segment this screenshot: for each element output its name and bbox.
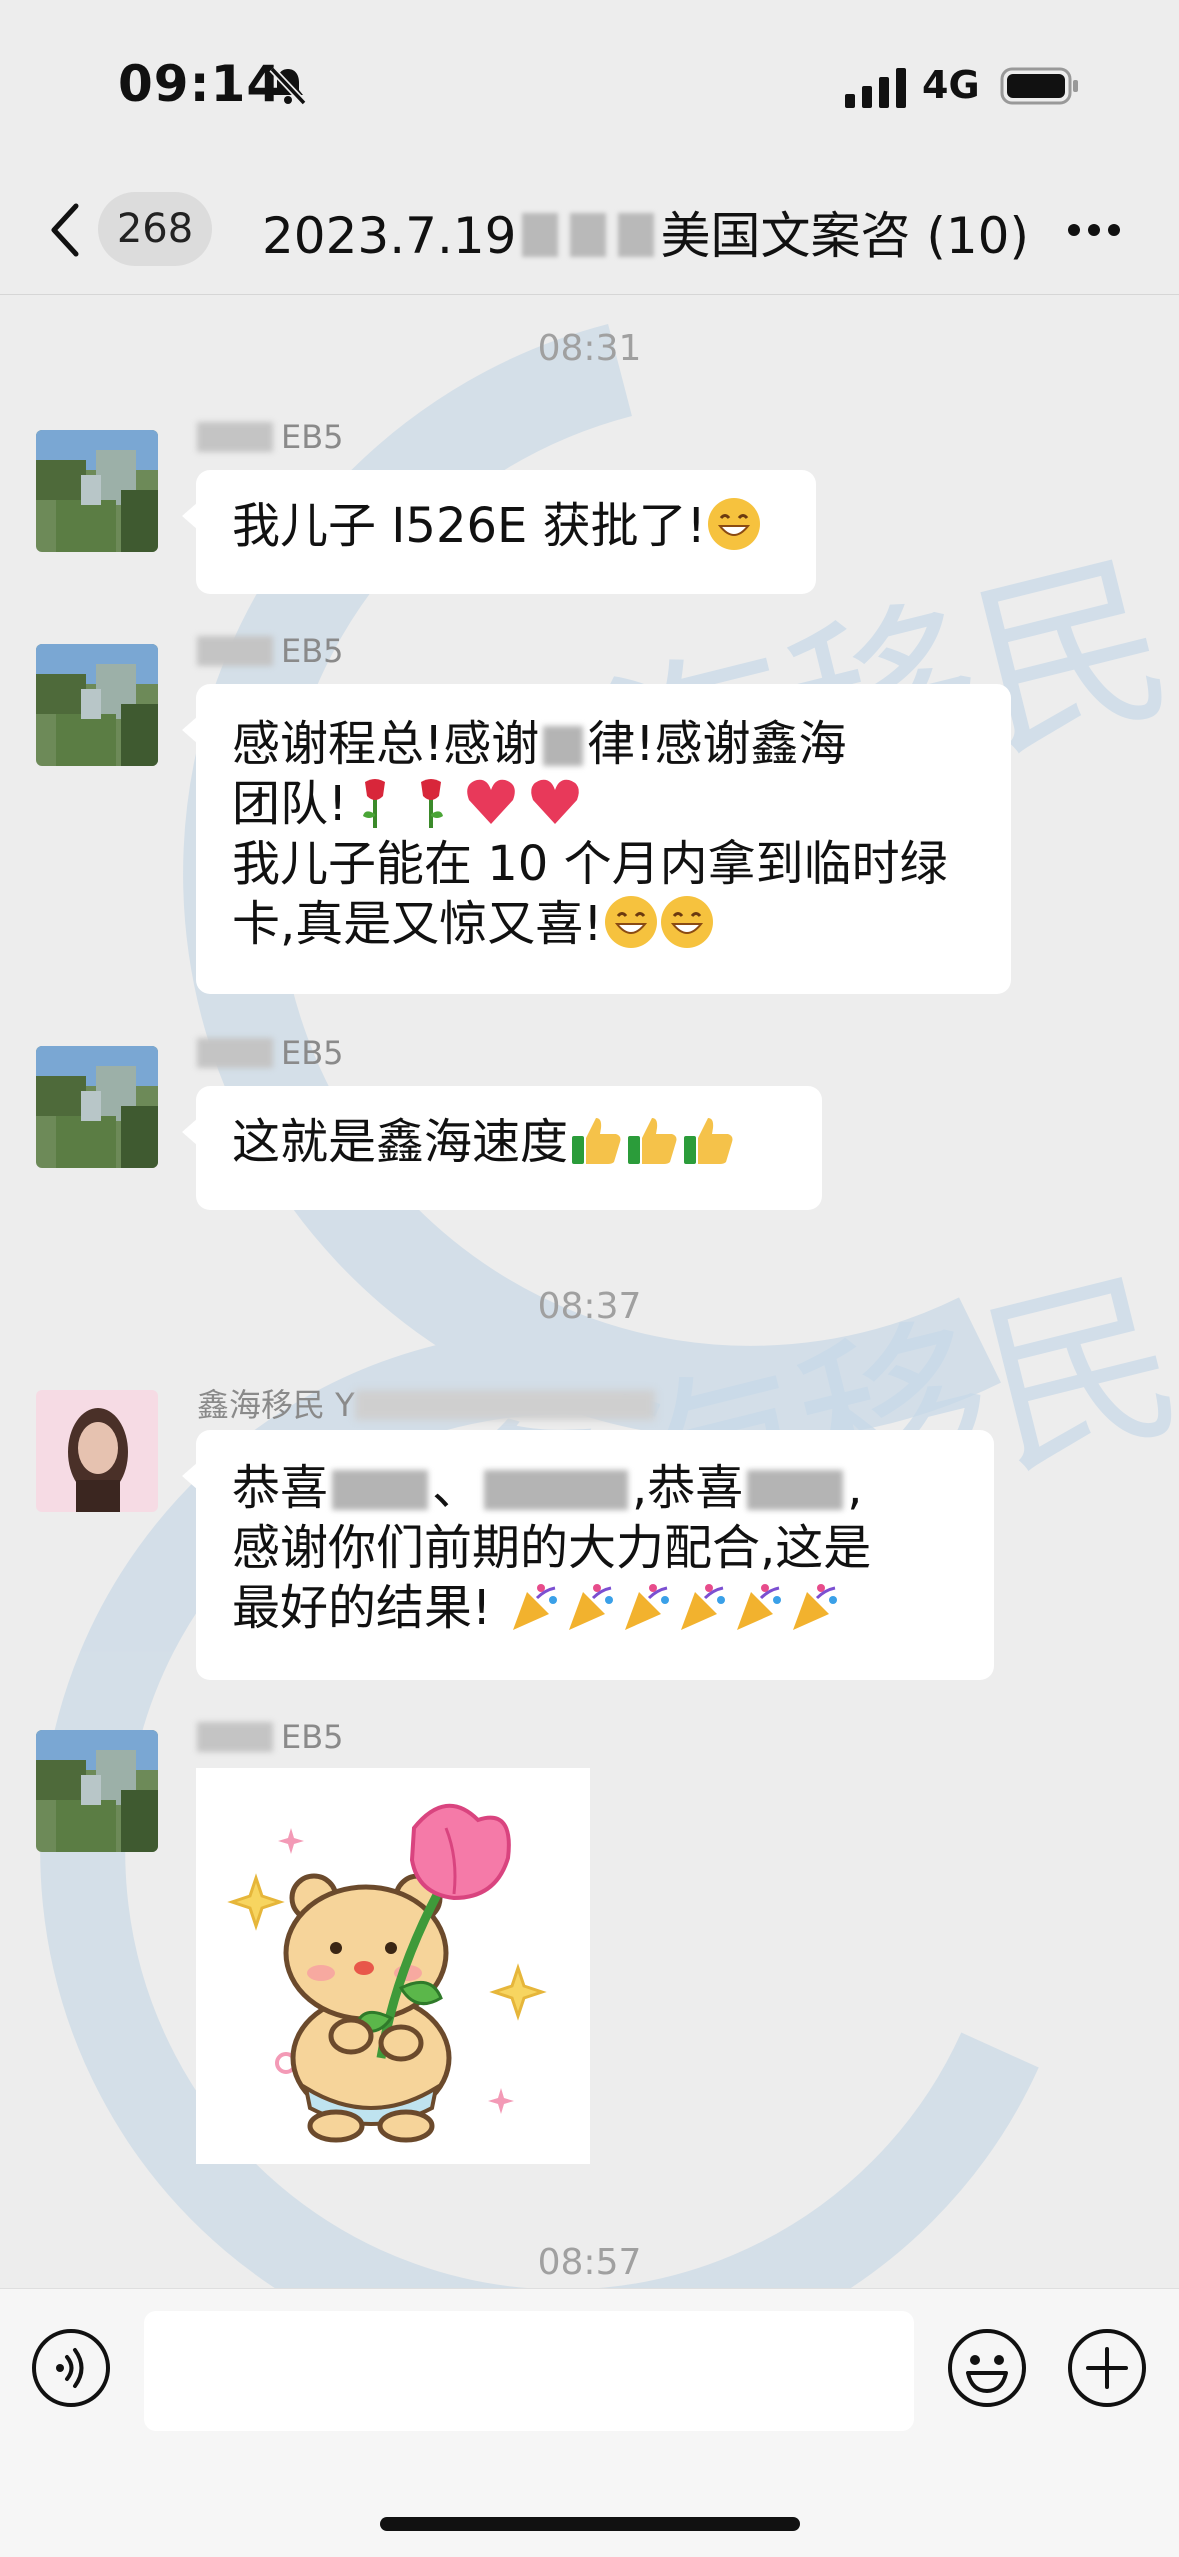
party-popper-emoji-icon <box>513 1584 558 1630</box>
thumbs-up-emoji-icon <box>628 1118 677 1164</box>
redacted-name <box>197 422 273 452</box>
message-text: 感谢程总!感谢 <box>232 716 540 772</box>
chat-title-suffix: 美国文案咨 (10) <box>660 207 1029 265</box>
message-text: 、 <box>432 1460 481 1516</box>
sender-name-label: EB5 <box>281 1718 344 1756</box>
redacted-name-1 <box>522 213 559 257</box>
sender-name: 鑫海移民 Y <box>197 1380 655 1426</box>
thumbs-up-emoji-icon <box>572 1118 621 1164</box>
more-actions-plus-icon[interactable] <box>1066 2327 1148 2409</box>
bear-with-flower-sticker[interactable] <box>196 1768 590 2164</box>
redacted-name <box>197 1722 273 1752</box>
sender-name-label: 鑫海移民 Y <box>197 1386 355 1424</box>
heart-emoji-icon <box>531 779 580 824</box>
redacted-name <box>354 1390 655 1420</box>
party-popper-emoji-icon <box>737 1584 782 1630</box>
message-line: 感谢你们前期的大力配合,这是 <box>232 1518 958 1578</box>
message-input-bar <box>0 2288 1179 2557</box>
party-popper-emoji-icon <box>569 1584 614 1630</box>
message-text: 卡,真是又惊又喜! <box>232 896 603 952</box>
sender-name: EB5 <box>197 1034 344 1072</box>
unread-count-badge[interactable]: 268 <box>98 192 212 266</box>
sender-name-label: EB5 <box>281 632 344 670</box>
message-line: 我儿子能在 10 个月内拿到临时绿 <box>232 834 975 894</box>
message-input[interactable] <box>144 2311 914 2431</box>
status-bar: 09:14 4G <box>0 0 1179 170</box>
sender-name-label: EB5 <box>281 1034 344 1072</box>
chat-header: 268 2023.7.19 美国文案咨 (10) <box>0 170 1179 295</box>
back-chevron-icon[interactable] <box>46 200 86 260</box>
timestamp: 08:57 <box>537 2242 642 2283</box>
sender-name-label: EB5 <box>281 418 344 456</box>
chat-title[interactable]: 2023.7.19 美国文案咨 (10) <box>262 196 1029 268</box>
avatar[interactable] <box>36 1390 158 1512</box>
sender-name: EB5 <box>197 418 344 456</box>
message-text: 这就是鑫海速度 <box>232 1114 569 1170</box>
redacted-name <box>197 636 273 666</box>
timestamp: 08:37 <box>537 1286 642 1327</box>
redacted-name-2 <box>570 213 607 257</box>
redacted-name <box>197 1038 273 1068</box>
message-bubble[interactable]: 我儿子 I526E 获批了! <box>182 470 816 594</box>
redacted-name <box>543 726 584 766</box>
sender-name: EB5 <box>197 632 344 670</box>
rose-emoji-icon <box>363 779 386 828</box>
grin-emoji-icon <box>604 896 657 948</box>
message-text: ,恭喜 <box>632 1460 744 1516</box>
redacted-name-3 <box>618 213 655 257</box>
avatar[interactable] <box>36 430 158 552</box>
grin-emoji-icon <box>660 896 713 948</box>
message-line: 团队! <box>232 774 975 834</box>
grin-emoji-icon <box>707 498 760 550</box>
avatar[interactable] <box>36 1730 158 1852</box>
chat-title-date: 2023.7.19 <box>262 207 517 265</box>
message-text: 最好的结果! <box>232 1580 492 1636</box>
battery-icon <box>1000 67 1078 105</box>
mute-bell-icon <box>269 66 307 106</box>
signal-icon <box>845 68 906 108</box>
message-line: 最好的结果! <box>232 1578 958 1638</box>
rose-emoji-icon <box>421 779 444 828</box>
redacted-name <box>747 1470 844 1510</box>
message-text: , <box>847 1460 863 1516</box>
avatar[interactable] <box>36 1046 158 1168</box>
message-line: 卡,真是又惊又喜! <box>232 894 975 954</box>
party-popper-emoji-icon <box>793 1584 838 1630</box>
redacted-name <box>484 1470 629 1510</box>
avatar[interactable] <box>36 644 158 766</box>
message-bubble[interactable]: 恭喜 、 ,恭喜, 感谢你们前期的大力配合,这是 最好的结果! <box>182 1430 994 1680</box>
party-popper-emoji-icon <box>625 1584 670 1630</box>
emoji-picker-icon[interactable] <box>946 2327 1028 2409</box>
message-line: 恭喜 、 ,恭喜, <box>232 1458 958 1518</box>
redacted-name <box>332 1470 429 1510</box>
party-popper-emoji-icon <box>681 1584 726 1630</box>
timestamp: 08:31 <box>537 328 642 369</box>
message-text: 我儿子能在 10 个月内拿到临时绿 <box>232 836 948 892</box>
message-bubble[interactable]: 这就是鑫海速度 <box>182 1086 822 1210</box>
heart-emoji-icon <box>467 779 516 824</box>
message-line: 感谢程总!感谢 律!感谢鑫海 <box>232 714 975 774</box>
more-options-icon[interactable] <box>1066 222 1122 238</box>
status-time: 09:14 <box>118 55 283 113</box>
message-text: 律!感谢鑫海 <box>587 716 847 772</box>
message-text: 恭喜 <box>232 1460 329 1516</box>
network-label: 4G <box>922 63 980 107</box>
home-indicator <box>380 2517 800 2531</box>
message-bubble[interactable]: 感谢程总!感谢 律!感谢鑫海 团队! 我儿子能在 10 个月内拿到临时绿 卡,真是… <box>182 684 1011 994</box>
message-text: 感谢你们前期的大力配合,这是 <box>232 1520 872 1576</box>
sender-name: EB5 <box>197 1718 344 1756</box>
thumbs-up-emoji-icon <box>684 1118 733 1164</box>
message-text: 团队! <box>232 776 348 832</box>
voice-input-icon[interactable] <box>30 2327 112 2409</box>
message-text: 我儿子 I526E 获批了! <box>232 498 706 554</box>
